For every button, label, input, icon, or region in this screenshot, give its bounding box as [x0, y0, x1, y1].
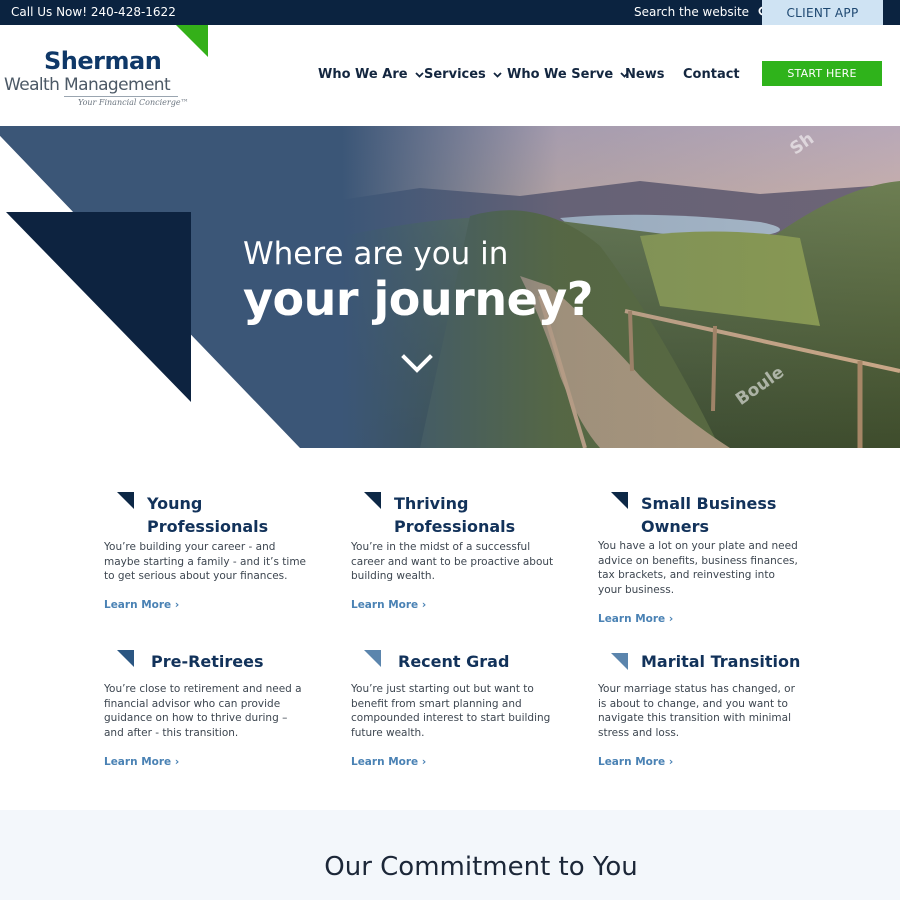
search-label: Search the website [634, 5, 750, 19]
nav-label: Who We Serve [507, 67, 614, 82]
card-description: You’re in the midst of a successful care… [351, 541, 554, 583]
search-website-button[interactable]: Search the website [634, 5, 770, 19]
nav-contact[interactable]: Contact [683, 67, 740, 82]
triangle-icon [611, 653, 628, 670]
card-title: Small Business Owners [641, 494, 777, 536]
nav-news[interactable]: News [625, 67, 664, 82]
nav-label: Contact [683, 67, 740, 82]
triangle-icon [611, 492, 628, 509]
green-corner-accent [176, 25, 208, 57]
scroll-down-chevron-icon[interactable] [401, 354, 433, 374]
call-us-link[interactable]: Call Us Now! 240-428-1622 [11, 5, 176, 19]
nav-label: Services [424, 67, 486, 82]
client-app-button[interactable]: CLIENT APP [762, 0, 883, 25]
chevron-down-icon [414, 71, 424, 78]
card-description: You’re just starting out but want to ben… [351, 683, 551, 739]
triangle-icon [364, 492, 381, 509]
learn-more-link[interactable]: Learn More › [598, 756, 673, 768]
hero-subtitle: Where are you in [243, 236, 509, 272]
chevron-down-icon [493, 71, 502, 78]
nav-label: News [625, 67, 665, 82]
card-description: You’re close to retirement and need a fi… [104, 683, 302, 739]
hero-title: your journey? [243, 272, 593, 326]
learn-more-link[interactable]: Learn More › [104, 756, 179, 768]
card-title: Young Professionals [147, 494, 269, 536]
card-description: You’re building your career - and maybe … [104, 541, 307, 583]
nav-who-we-are[interactable]: Who We Are [318, 67, 424, 82]
learn-more-link[interactable]: Learn More › [104, 599, 179, 611]
triangle-icon [117, 492, 134, 509]
card-title: Pre-Retirees [151, 652, 264, 671]
triangle-icon [117, 650, 134, 667]
card-title: Thriving Professionals [394, 494, 516, 536]
site-header: Sherman Wealth Management Your Financial… [0, 25, 900, 126]
hero-banner: Sh Boule Where are you in your journey? [0, 126, 900, 448]
commitment-heading: Our Commitment to You [324, 852, 638, 882]
commitment-section: Our Commitment to You [0, 810, 900, 900]
card-description: Your marriage status has changed, or is … [598, 683, 795, 739]
card-description: You have a lot on your plate and need ad… [598, 540, 798, 596]
nav-label: Who We Are [318, 67, 408, 82]
learn-more-link[interactable]: Learn More › [351, 599, 426, 611]
nav-services[interactable]: Services [424, 67, 502, 82]
logo-divider [64, 96, 178, 97]
logo-wealth-management-text: Wealth Management [4, 75, 171, 95]
triangle-icon [364, 650, 381, 667]
start-here-button[interactable]: START HERE [762, 61, 882, 86]
logo-tagline: Your Financial Concierge™ [78, 98, 189, 107]
card-title: Recent Grad [398, 652, 510, 671]
learn-more-link[interactable]: Learn More › [598, 613, 673, 625]
card-title: Marital Transition [641, 652, 801, 671]
learn-more-link[interactable]: Learn More › [351, 756, 426, 768]
nav-who-we-serve[interactable]: Who We Serve [507, 67, 629, 82]
logo-sherman-text: Sherman [44, 47, 162, 75]
